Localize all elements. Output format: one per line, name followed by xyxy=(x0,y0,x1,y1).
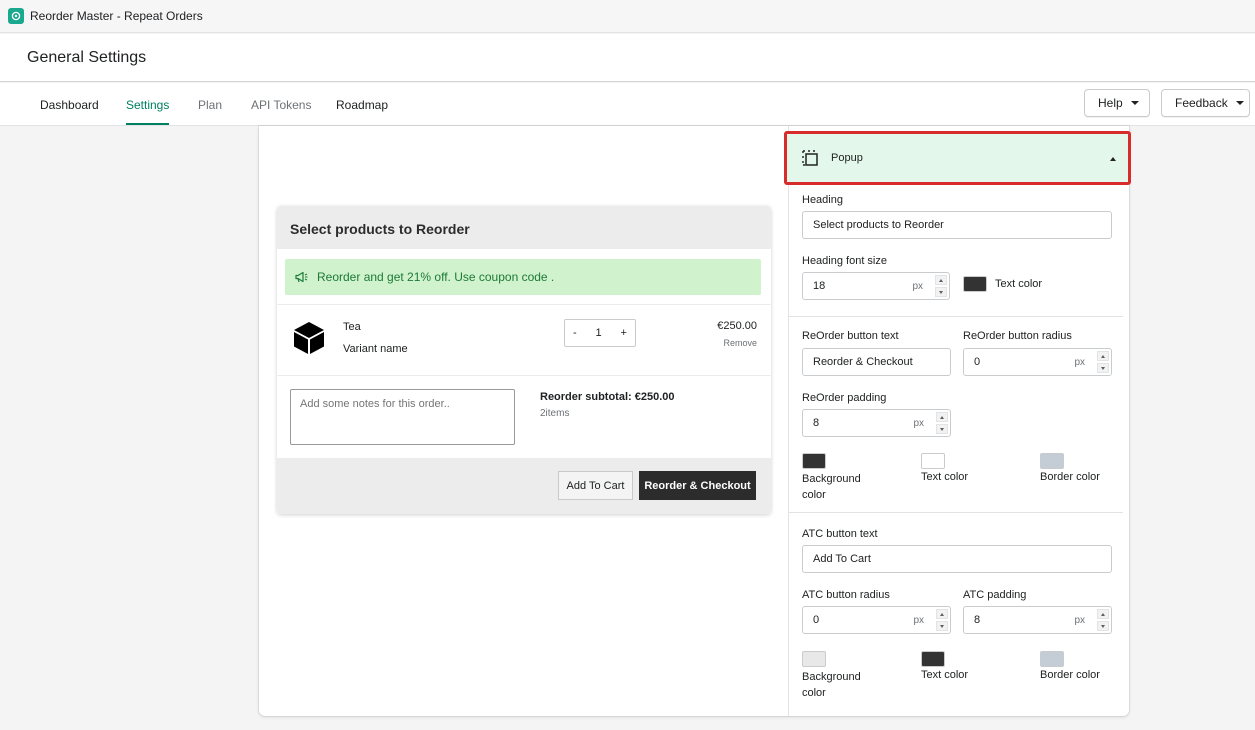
order-notes-input[interactable] xyxy=(290,389,515,445)
number-spinner[interactable] xyxy=(1097,351,1109,373)
heading-font-size-input[interactable]: 18 px xyxy=(802,272,950,300)
heading-font-size-value: 18 xyxy=(813,280,826,292)
tab-dashboard[interactable]: Dashboard xyxy=(40,98,99,123)
reorder-button-text-input[interactable]: Reorder & Checkout xyxy=(802,348,951,376)
atc-button-text-label: ATC button text xyxy=(802,528,878,540)
help-button-label: Help xyxy=(1098,96,1123,110)
atc-background-color-swatch[interactable] xyxy=(802,651,826,667)
title-bar: General Settings xyxy=(0,34,1255,82)
reorder-padding-value: 8 xyxy=(813,417,820,429)
reorder-checkout-button[interactable]: Reorder & Checkout xyxy=(639,471,756,500)
preview-heading: Select products to Reorder xyxy=(277,206,771,249)
app-bar: Reorder Master - Repeat Orders xyxy=(0,0,1255,33)
quantity-stepper[interactable]: - 1 + xyxy=(564,319,636,347)
number-spinner[interactable] xyxy=(1097,609,1109,631)
vertical-divider xyxy=(788,126,789,716)
number-spinner[interactable] xyxy=(935,275,947,297)
tab-roadmap[interactable]: Roadmap xyxy=(336,98,388,123)
atc-button-radius-input[interactable]: 0 px xyxy=(802,606,951,634)
quantity-increase-button[interactable]: + xyxy=(621,327,627,339)
heading-label: Heading xyxy=(802,194,843,206)
reorder-border-color-label: Border color xyxy=(1040,471,1100,483)
reorder-padding-label: ReOrder padding xyxy=(802,392,887,404)
reorder-subtotal: Reorder subtotal: €250.00 xyxy=(540,391,675,403)
add-to-cart-button[interactable]: Add To Cart xyxy=(558,471,633,500)
chevron-down-icon xyxy=(1130,101,1139,105)
tab-settings[interactable]: Settings xyxy=(126,98,170,125)
popup-icon xyxy=(802,150,818,166)
reorder-text-color-swatch[interactable] xyxy=(921,453,945,469)
atc-border-color-swatch[interactable] xyxy=(1040,651,1064,667)
number-spinner[interactable] xyxy=(936,412,948,434)
heading-font-size-label: Heading font size xyxy=(802,255,887,267)
atc-button-text-value: Add To Cart xyxy=(813,553,871,565)
popup-section-title: Popup xyxy=(831,152,863,164)
product-price: €250.00 xyxy=(717,320,757,332)
product-name: Tea xyxy=(343,321,361,333)
atc-border-color-label: Border color xyxy=(1040,669,1100,681)
px-suffix: px xyxy=(912,281,923,292)
reorder-popup-preview: Select products to Reorder Reorder and g… xyxy=(277,206,771,514)
section-divider xyxy=(789,316,1123,317)
chevron-down-icon xyxy=(1235,101,1244,105)
reorder-background-color-swatch[interactable] xyxy=(802,453,826,469)
reorder-padding-input[interactable]: 8 px xyxy=(802,409,951,437)
px-suffix: px xyxy=(1074,357,1085,368)
app-logo-icon xyxy=(8,8,24,24)
section-divider xyxy=(789,512,1123,513)
tab-api-tokens[interactable]: API Tokens xyxy=(251,98,311,123)
remove-link[interactable]: Remove xyxy=(723,338,757,348)
preview-divider xyxy=(277,304,771,305)
discount-banner: Reorder and get 21% off. Use coupon code… xyxy=(285,259,761,295)
discount-banner-text: Reorder and get 21% off. Use coupon code… xyxy=(317,270,555,284)
atc-button-radius-value: 0 xyxy=(813,614,820,626)
reorder-button-radius-value: 0 xyxy=(974,356,981,368)
atc-background-color-label: Background color xyxy=(802,671,861,699)
number-spinner[interactable] xyxy=(936,609,948,631)
atc-text-color-swatch[interactable] xyxy=(921,651,945,667)
atc-padding-label: ATC padding xyxy=(963,589,1027,601)
reorder-button-text-value: Reorder & Checkout xyxy=(813,356,913,368)
atc-button-text-input[interactable]: Add To Cart xyxy=(802,545,1112,573)
reorder-button-radius-input[interactable]: 0 px xyxy=(963,348,1112,376)
heading-input[interactable]: Select products to Reorder xyxy=(802,211,1112,239)
help-button[interactable]: Help xyxy=(1084,89,1150,117)
page-title: General Settings xyxy=(27,49,147,66)
reorder-border-color-swatch[interactable] xyxy=(1040,453,1064,469)
reorder-button-radius-label: ReOrder button radius xyxy=(963,330,1072,342)
heading-text-color-label: Text color xyxy=(995,278,1043,290)
app-name: Reorder Master - Repeat Orders xyxy=(30,9,203,23)
chevron-up-icon xyxy=(1110,157,1116,161)
atc-text-color-label: Text color xyxy=(921,669,969,681)
tab-plan[interactable]: Plan xyxy=(198,98,222,123)
quantity-decrease-button[interactable]: - xyxy=(573,327,577,339)
heading-input-value: Select products to Reorder xyxy=(813,219,944,231)
product-variant: Variant name xyxy=(343,343,408,355)
atc-padding-value: 8 xyxy=(974,614,981,626)
megaphone-icon xyxy=(295,271,309,283)
tab-bar: Dashboard Settings Plan API Tokens Roadm… xyxy=(0,83,1255,126)
atc-button-radius-label: ATC button radius xyxy=(802,589,890,601)
preview-footer: Add To Cart Reorder & Checkout xyxy=(277,458,771,514)
px-suffix: px xyxy=(913,615,924,626)
reorder-background-color-label: Background color xyxy=(802,473,861,501)
quantity-value: 1 xyxy=(595,327,602,339)
item-count: 2items xyxy=(540,408,570,419)
preview-divider xyxy=(277,375,771,376)
feedback-button[interactable]: Feedback xyxy=(1161,89,1250,117)
px-suffix: px xyxy=(1074,615,1085,626)
px-suffix: px xyxy=(913,418,924,429)
atc-padding-input[interactable]: 8 px xyxy=(963,606,1112,634)
heading-text-color-swatch[interactable] xyxy=(963,276,987,292)
reorder-button-text-label: ReOrder button text xyxy=(802,330,899,342)
product-box-icon xyxy=(293,321,325,358)
reorder-text-color-label: Text color xyxy=(921,471,969,483)
feedback-button-label: Feedback xyxy=(1175,96,1228,110)
popup-section-header[interactable]: Popup xyxy=(784,131,1131,185)
